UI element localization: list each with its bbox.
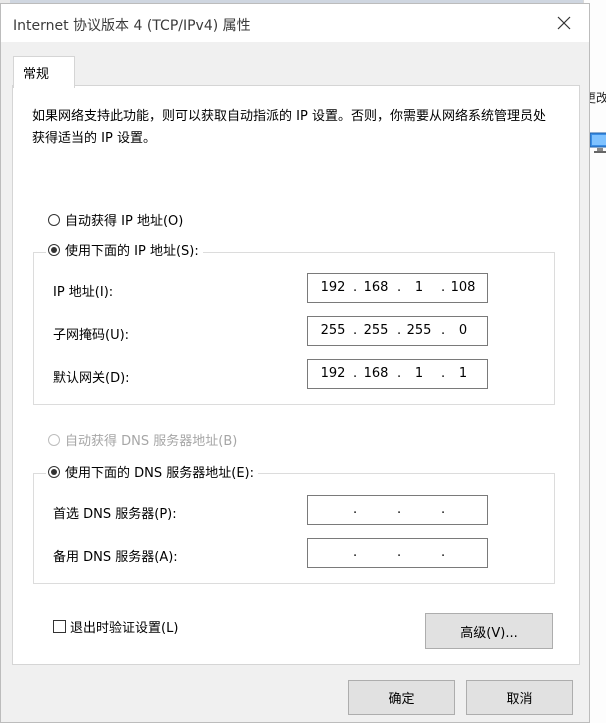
- window-title: Internet 协议版本 4 (TCP/IPv4) 属性: [13, 18, 251, 34]
- gw-octet-1: 192: [320, 366, 346, 381]
- default-gateway-input[interactable]: 192 . 168 . 1 . 1: [307, 359, 488, 389]
- ip-dot: .: [397, 280, 402, 295]
- pdns-dot: .: [441, 502, 446, 517]
- gw-dot: .: [353, 366, 358, 381]
- alternate-dns-label: 备用 DNS 服务器(A):: [53, 550, 178, 565]
- radio-manual-dns-circle[interactable]: [48, 465, 60, 478]
- alternate-dns-input[interactable]: . . .: [307, 538, 488, 568]
- preferred-dns-input[interactable]: . . .: [307, 495, 488, 525]
- ip-octet-1: 192: [320, 280, 346, 295]
- validate-on-exit-checkbox[interactable]: [53, 620, 66, 633]
- radio-manual-ip-label: 使用下面的 IP 地址(S):: [65, 244, 199, 259]
- default-gateway-label: 默认网关(D):: [53, 371, 130, 386]
- radio-auto-ip[interactable]: 自动获得 IP 地址(O): [48, 210, 183, 229]
- radio-auto-dns-circle[interactable]: [48, 433, 60, 446]
- network-monitor-icon: [589, 132, 606, 153]
- adns-dot: .: [397, 545, 402, 560]
- ip-dot: .: [441, 280, 446, 295]
- cancel-button[interactable]: 取消: [466, 680, 573, 715]
- subnet-mask-label: 子网掩码(U):: [53, 328, 130, 343]
- ip-octet-3: 1: [414, 280, 424, 295]
- ipv4-properties-dialog: Internet 协议版本 4 (TCP/IPv4) 属性 如果网络支持此功能，…: [0, 3, 590, 723]
- mask-dot: .: [441, 323, 446, 338]
- gw-dot: .: [441, 366, 446, 381]
- ok-button[interactable]: 确定: [348, 680, 455, 715]
- close-button[interactable]: [545, 8, 583, 38]
- pdns-dot: .: [353, 502, 358, 517]
- pdns-dot: .: [397, 502, 402, 517]
- gw-dot: .: [397, 366, 402, 381]
- mask-octet-4: 0: [458, 323, 468, 338]
- description-text: 如果网络支持此功能，则可以获取自动指派的 IP 设置。否则，你需要从网络系统管理…: [32, 109, 546, 146]
- radio-auto-dns[interactable]: 自动获得 DNS 服务器地址(B): [48, 430, 237, 449]
- adns-dot: .: [441, 545, 446, 560]
- preferred-dns-label: 首选 DNS 服务器(P):: [53, 507, 177, 522]
- radio-manual-dns-label: 使用下面的 DNS 服务器地址(E):: [65, 466, 254, 481]
- validate-on-exit-row[interactable]: 退出时验证设置(L): [53, 617, 178, 636]
- ip-dot: .: [353, 280, 358, 295]
- gw-octet-2: 168: [363, 366, 389, 381]
- mask-dot: .: [353, 323, 358, 338]
- radio-auto-ip-circle[interactable]: [48, 213, 60, 226]
- adns-dot: .: [353, 545, 358, 560]
- ip-address-label: IP 地址(I):: [53, 285, 114, 300]
- radio-manual-dns[interactable]: 使用下面的 DNS 服务器地址(E):: [46, 462, 258, 481]
- subnet-mask-input[interactable]: 255 . 255 . 255 . 0: [307, 316, 488, 346]
- gw-octet-3: 1: [414, 366, 424, 381]
- radio-manual-ip[interactable]: 使用下面的 IP 地址(S):: [46, 240, 203, 259]
- tab-general[interactable]: 常规: [13, 56, 75, 88]
- general-tab-panel: 如果网络支持此功能，则可以获取自动指派的 IP 设置。否则，你需要从网络系统管理…: [12, 85, 580, 665]
- advanced-button[interactable]: 高级(V)...: [425, 613, 553, 649]
- ip-octet-2: 168: [363, 280, 389, 295]
- mask-octet-1: 255: [320, 323, 346, 338]
- mask-dot: .: [397, 323, 402, 338]
- radio-auto-ip-label: 自动获得 IP 地址(O): [65, 214, 184, 229]
- close-icon: [557, 16, 571, 30]
- ip-octet-4: 108: [450, 280, 476, 295]
- radio-manual-ip-circle[interactable]: [48, 243, 60, 256]
- gw-octet-4: 1: [458, 366, 468, 381]
- tab-general-label: 常规: [23, 67, 50, 82]
- title-bar: Internet 协议版本 4 (TCP/IPv4) 属性: [1, 4, 589, 42]
- mask-octet-3: 255: [406, 323, 432, 338]
- radio-auto-dns-label: 自动获得 DNS 服务器地址(B): [65, 434, 238, 449]
- ip-address-input[interactable]: 192 . 168 . 1 . 108: [307, 273, 488, 303]
- mask-octet-2: 255: [363, 323, 389, 338]
- validate-on-exit-label: 退出时验证设置(L): [70, 621, 179, 636]
